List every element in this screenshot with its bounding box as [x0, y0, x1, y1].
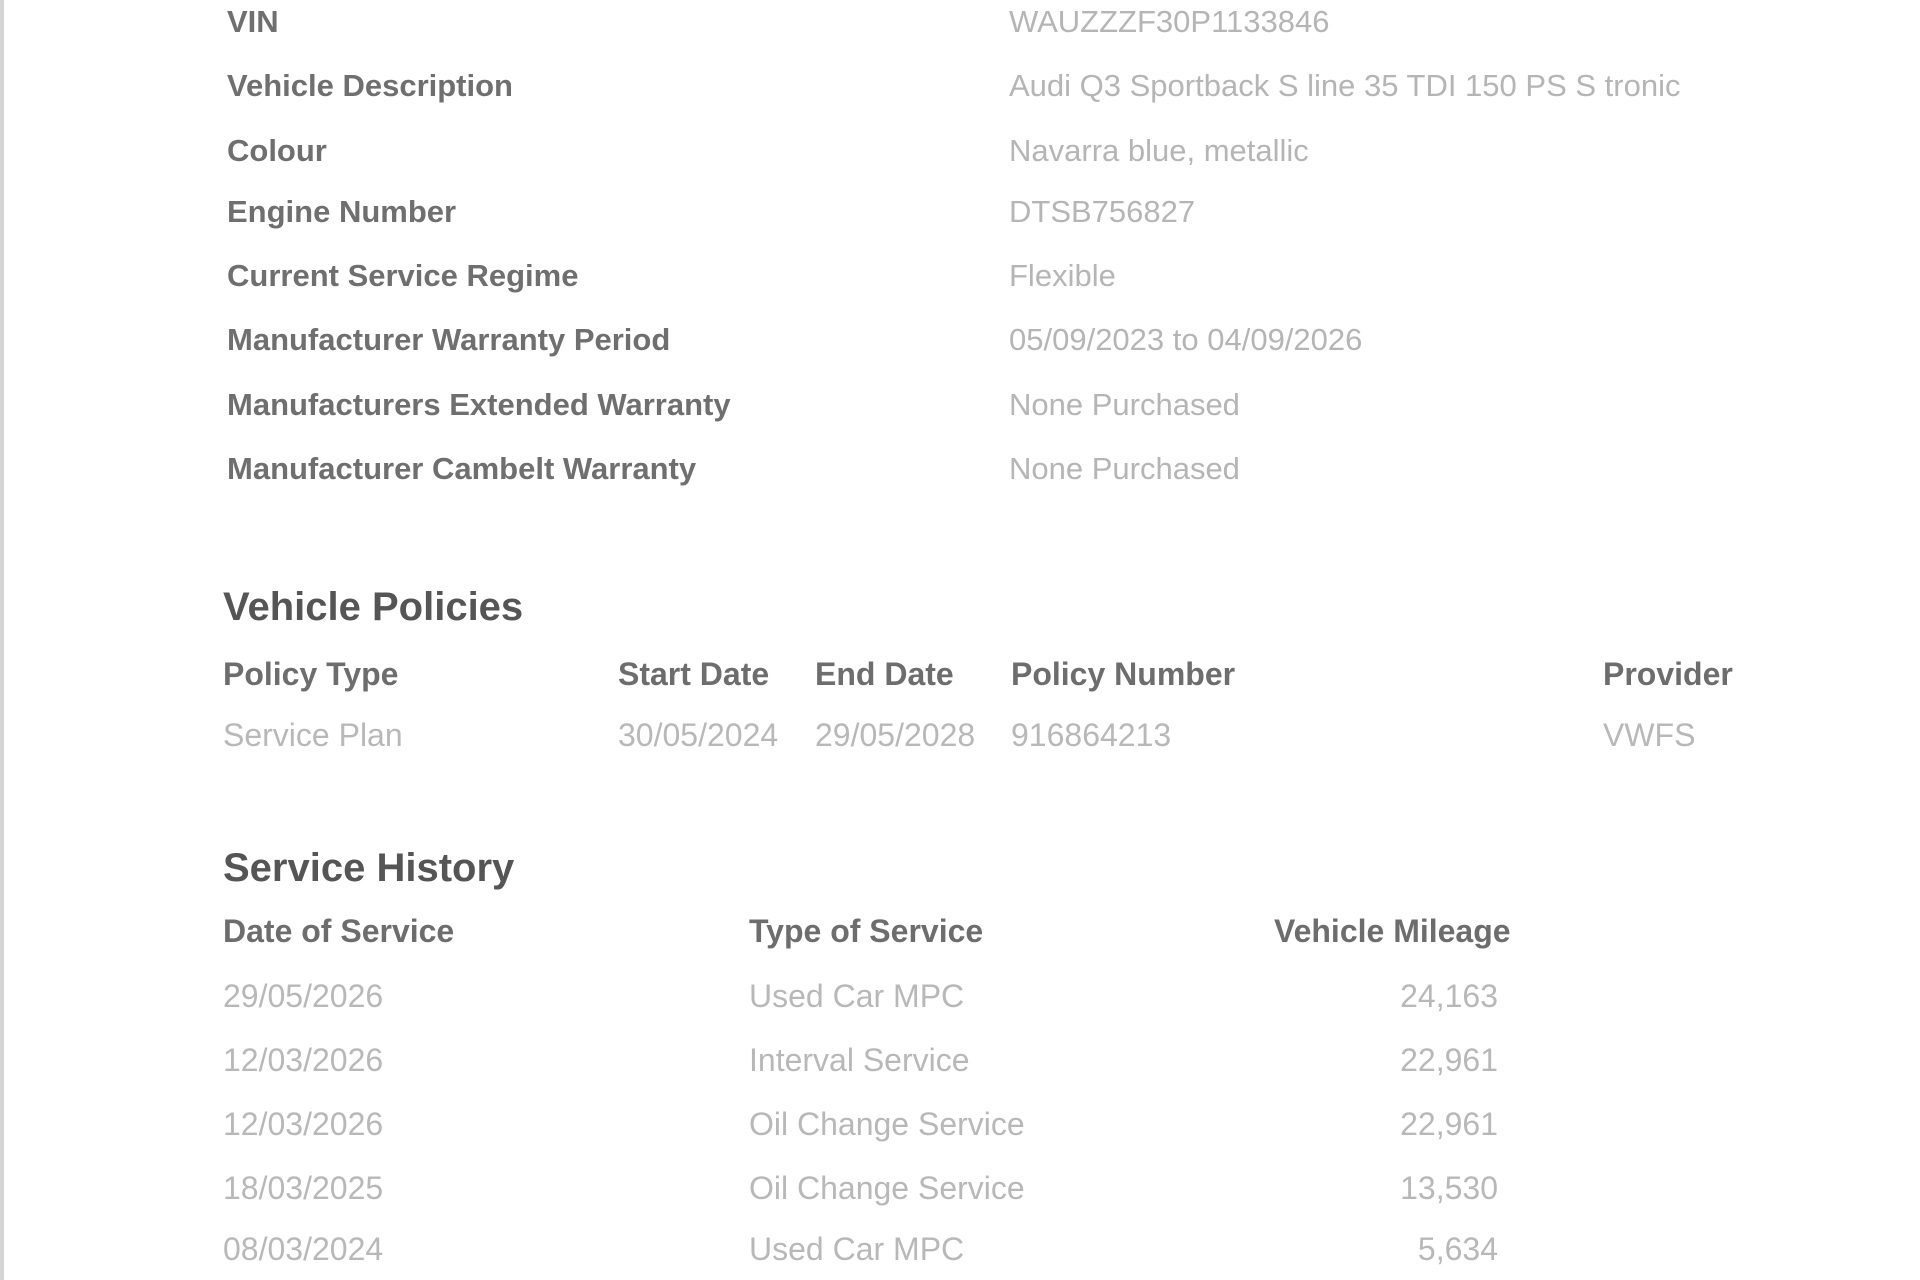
details-row-cambelt-warranty: Manufacturer Cambelt Warranty None Purch…: [4, 449, 1920, 489]
column-header-type-of-service: Type of Service: [749, 913, 984, 949]
column-header-date-of-service: Date of Service: [223, 913, 455, 949]
policy-type-cell: Service Plan: [223, 717, 403, 753]
details-label: Vehicle Description: [227, 68, 513, 103]
details-label: Colour: [227, 133, 327, 168]
mileage-cell: 24,163: [1400, 978, 1498, 1014]
document-page: VIN WAUZZZF30P1133846 Vehicle Descriptio…: [0, 0, 1920, 1280]
details-value: Navarra blue, metallic: [1009, 133, 1309, 168]
column-header-end-date: End Date: [815, 656, 954, 692]
details-value: Flexible: [1009, 258, 1116, 293]
details-value: 05/09/2023 to 04/09/2026: [1009, 322, 1363, 357]
details-row-engine-number: Engine Number DTSB756827: [4, 192, 1920, 232]
details-label: VIN: [227, 4, 279, 39]
details-value: None Purchased: [1009, 451, 1240, 486]
column-header-start-date: Start Date: [618, 656, 770, 692]
details-row-service-regime: Current Service Regime Flexible: [4, 256, 1920, 296]
details-label: Manufacturer Cambelt Warranty: [227, 451, 697, 486]
details-row-vin: VIN WAUZZZF30P1133846: [4, 2, 1920, 42]
service-type-cell: Used Car MPC: [749, 1231, 965, 1267]
details-label: Engine Number: [227, 194, 457, 229]
provider-cell: VWFS: [1603, 717, 1696, 753]
mileage-cell: 22,961: [1400, 1106, 1498, 1142]
mileage-cell: 22,961: [1400, 1042, 1498, 1078]
details-value: DTSB756827: [1009, 194, 1196, 229]
column-header-provider: Provider: [1603, 656, 1733, 692]
column-header-vehicle-mileage: Vehicle Mileage: [1274, 913, 1511, 949]
details-label: Manufacturers Extended Warranty: [227, 387, 731, 422]
service-date-cell: 08/03/2024: [223, 1231, 384, 1267]
vehicle-policies-heading: Vehicle Policies: [223, 585, 524, 629]
policy-number-cell: 916864213: [1011, 717, 1172, 753]
details-row-extended-warranty: Manufacturers Extended Warranty None Pur…: [4, 385, 1920, 425]
end-date-cell: 29/05/2028: [815, 717, 976, 753]
details-row-vehicle-description: Vehicle Description Audi Q3 Sportback S …: [4, 66, 1920, 106]
service-type-cell: Used Car MPC: [749, 978, 965, 1014]
service-date-cell: 12/03/2026: [223, 1042, 384, 1078]
column-header-policy-number: Policy Number: [1011, 656, 1236, 692]
details-label: Current Service Regime: [227, 258, 579, 293]
column-header-policy-type: Policy Type: [223, 656, 399, 692]
details-row-colour: Colour Navarra blue, metallic: [4, 131, 1920, 171]
service-date-cell: 18/03/2025: [223, 1170, 384, 1206]
service-date-cell: 29/05/2026: [223, 978, 384, 1014]
service-history-heading: Service History: [223, 846, 515, 890]
service-type-cell: Oil Change Service: [749, 1106, 1025, 1142]
service-date-cell: 12/03/2026: [223, 1106, 384, 1142]
details-value: WAUZZZF30P1133846: [1009, 4, 1330, 39]
details-value: None Purchased: [1009, 387, 1240, 422]
details-value: Audi Q3 Sportback S line 35 TDI 150 PS S…: [1009, 68, 1681, 103]
details-row-warranty-period: Manufacturer Warranty Period 05/09/2023 …: [4, 320, 1920, 360]
service-type-cell: Interval Service: [749, 1042, 970, 1078]
details-label: Manufacturer Warranty Period: [227, 322, 671, 357]
mileage-cell: 5,634: [1417, 1231, 1498, 1267]
mileage-cell: 13,530: [1400, 1170, 1498, 1206]
start-date-cell: 30/05/2024: [618, 717, 779, 753]
service-type-cell: Oil Change Service: [749, 1170, 1025, 1206]
